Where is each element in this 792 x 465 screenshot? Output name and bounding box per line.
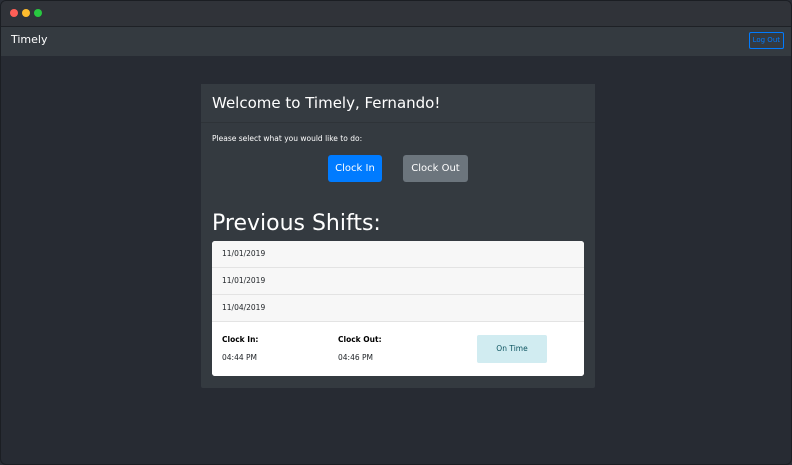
shift-item[interactable]: 11/01/2019 [212,241,584,268]
close-window-icon[interactable] [10,9,18,17]
maximize-window-icon[interactable] [34,9,42,17]
shift-date: 11/01/2019 [222,249,266,258]
shift-item[interactable]: 11/01/2019 [212,268,584,295]
clock-in-label: Clock In: [222,335,259,344]
window-titlebar [1,1,791,27]
clock-in-button[interactable]: Clock In [328,155,382,182]
shift-item[interactable]: 11/04/2019 [212,295,584,322]
main-card: Welcome to Timely, Fernando! Please sele… [201,84,595,388]
card-header: Welcome to Timely, Fernando! [201,84,595,123]
shift-date: 11/01/2019 [222,276,266,285]
brand-title[interactable]: Timely [11,33,48,46]
clock-out-time: 04:46 PM [338,353,373,362]
status-badge: On Time [477,335,547,363]
welcome-heading: Welcome to Timely, Fernando! [212,94,441,112]
minimize-window-icon[interactable] [22,9,30,17]
shift-detail: Clock In: 04:44 PM Clock Out: 04:46 PM O… [212,323,584,376]
clock-in-time: 04:44 PM [222,353,257,362]
action-prompt: Please select what you would like to do: [212,134,363,143]
previous-shifts-heading: Previous Shifts: [212,211,381,236]
app-window: Timely Log Out Welcome to Timely, Fernan… [0,0,792,465]
shifts-list: 11/01/2019 11/01/2019 11/04/2019 Clock I… [212,241,584,376]
logout-button[interactable]: Log Out [748,32,784,49]
clock-out-label: Clock Out: [338,335,382,344]
clock-out-button[interactable]: Clock Out [403,155,468,182]
navbar: Timely Log Out [1,27,791,56]
shift-date: 11/04/2019 [222,303,266,312]
